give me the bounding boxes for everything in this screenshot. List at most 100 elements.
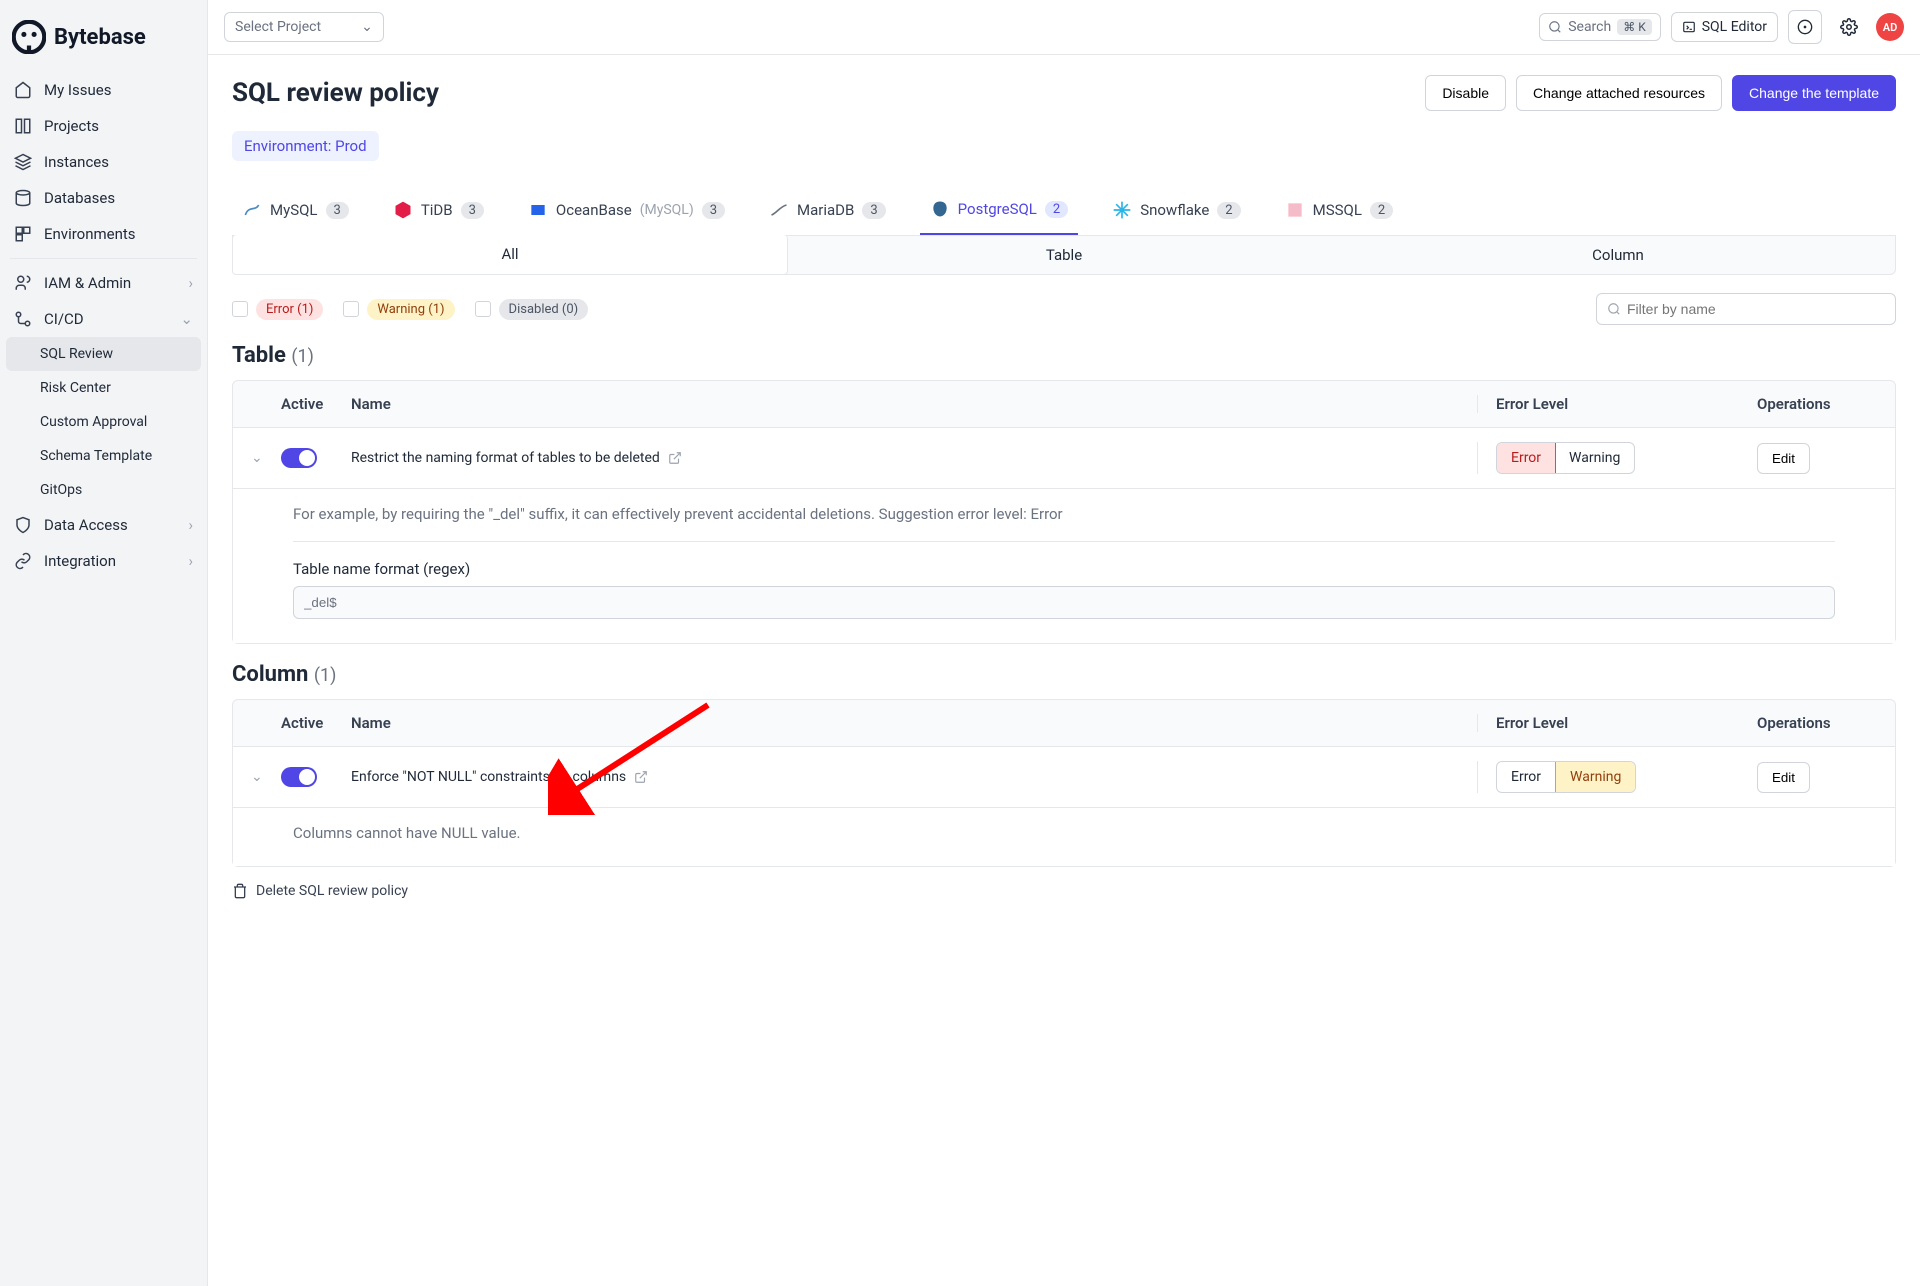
checkbox[interactable] (232, 301, 248, 317)
regex-input[interactable] (293, 586, 1835, 619)
tab-count: 3 (326, 202, 349, 219)
expand-toggle[interactable]: ⌄ (251, 769, 281, 785)
sidebar-group-cicd[interactable]: CI/CD ⌄ (0, 301, 207, 337)
filter-input-wrapper[interactable] (1596, 293, 1896, 325)
search-kbd: ⌘ K (1617, 19, 1652, 35)
checkbox[interactable] (475, 301, 491, 317)
external-link-icon[interactable] (668, 451, 682, 465)
tab-mssql[interactable]: MSSQL 2 (1275, 185, 1404, 235)
sidebar-item-label: Projects (44, 117, 99, 135)
sql-editor-button[interactable]: SQL Editor (1671, 12, 1778, 42)
chevron-right-icon: › (188, 516, 193, 534)
edit-button[interactable]: Edit (1757, 443, 1810, 474)
filter-input[interactable] (1627, 301, 1885, 317)
filter-label: Disabled (0) (499, 299, 589, 320)
expand-toggle[interactable]: ⌄ (251, 450, 281, 466)
logo-icon (12, 20, 46, 54)
tab-label: MySQL (270, 201, 318, 219)
sidebar-item-label: Custom Approval (40, 414, 147, 430)
filter-warning[interactable]: Warning (1) (343, 299, 454, 320)
col-header-active: Active (281, 395, 351, 413)
scope-tab-all[interactable]: All (232, 235, 788, 275)
table-rules: Active Name Error Level Operations ⌄ Res… (232, 380, 1896, 644)
users-icon (14, 274, 32, 292)
tab-snowflake[interactable]: Snowflake 2 (1102, 185, 1250, 235)
settings-button[interactable] (1832, 10, 1866, 44)
disable-button[interactable]: Disable (1425, 75, 1506, 111)
edit-button[interactable]: Edit (1757, 762, 1810, 793)
sidebar-item-label: Databases (44, 189, 115, 207)
tab-suffix: (MySQL) (640, 202, 694, 218)
tab-label: MariaDB (797, 201, 854, 219)
logo-text: Bytebase (54, 25, 146, 50)
help-button[interactable] (1788, 10, 1822, 44)
search-button[interactable]: Search ⌘ K (1539, 13, 1661, 41)
sidebar-item-label: CI/CD (44, 310, 84, 328)
projects-icon (14, 117, 32, 135)
regex-label: Table name format (regex) (293, 560, 1835, 578)
tidb-icon (393, 200, 413, 220)
filter-disabled[interactable]: Disabled (0) (475, 299, 589, 320)
col-header-ops: Operations (1757, 714, 1877, 732)
sidebar-item-risk-center[interactable]: Risk Center (0, 371, 207, 405)
col-header-name: Name (351, 714, 1477, 732)
tab-count: 2 (1217, 202, 1240, 219)
col-header-level: Error Level (1477, 395, 1757, 413)
tab-mariadb[interactable]: MariaDB 3 (759, 185, 896, 235)
tab-postgresql[interactable]: PostgreSQL 2 (920, 185, 1079, 235)
change-resources-button[interactable]: Change attached resources (1516, 75, 1722, 111)
tab-label: Snowflake (1140, 201, 1209, 219)
gear-icon (1840, 18, 1858, 36)
sidebar-group-iam[interactable]: IAM & Admin › (0, 265, 207, 301)
rule-name: Restrict the naming format of tables to … (351, 450, 660, 466)
filter-error[interactable]: Error (1) (232, 299, 323, 320)
sidebar-item-label: GitOps (40, 482, 82, 498)
tab-mysql[interactable]: MySQL 3 (232, 185, 359, 235)
environment-badge[interactable]: Environment: Prod (232, 131, 379, 161)
sidebar-item-gitops[interactable]: GitOps (0, 473, 207, 507)
external-link-icon[interactable] (634, 770, 648, 784)
tab-tidb[interactable]: TiDB 3 (383, 185, 494, 235)
sidebar-group-integration[interactable]: Integration › (0, 543, 207, 579)
col-header-level: Error Level (1477, 714, 1757, 732)
level-error[interactable]: Error (1497, 762, 1556, 792)
rule-description: For example, by requiring the "_del" suf… (293, 505, 1835, 523)
tab-count: 3 (702, 202, 725, 219)
tab-oceanbase[interactable]: OceanBase (MySQL) 3 (518, 185, 735, 235)
level-warning[interactable]: Warning (1555, 761, 1636, 793)
checkbox[interactable] (343, 301, 359, 317)
level-error[interactable]: Error (1496, 442, 1556, 474)
sidebar-item-label: Data Access (44, 516, 128, 534)
col-header-name: Name (351, 395, 1477, 413)
logo[interactable]: Bytebase (0, 12, 207, 72)
scope-tab-table[interactable]: Table (787, 236, 1341, 274)
mssql-icon (1285, 200, 1305, 220)
active-toggle[interactable] (281, 767, 317, 787)
sidebar-item-schema-template[interactable]: Schema Template (0, 439, 207, 473)
sidebar-item-custom-approval[interactable]: Custom Approval (0, 405, 207, 439)
sidebar-item-projects[interactable]: Projects (0, 108, 207, 144)
environments-icon (14, 225, 32, 243)
sidebar-group-data-access[interactable]: Data Access › (0, 507, 207, 543)
delete-policy-button[interactable]: Delete SQL review policy (232, 867, 1896, 915)
filter-label: Warning (1) (367, 299, 454, 320)
scope-tab-column[interactable]: Column (1341, 236, 1895, 274)
project-select[interactable]: Select Project ⌄ (224, 12, 384, 42)
shield-icon (14, 516, 32, 534)
active-toggle[interactable] (281, 448, 317, 468)
sidebar-item-environments[interactable]: Environments (0, 216, 207, 252)
level-warning[interactable]: Warning (1555, 443, 1634, 473)
sidebar-item-label: IAM & Admin (44, 274, 131, 292)
change-template-button[interactable]: Change the template (1732, 75, 1896, 111)
filter-label: Error (1) (256, 299, 323, 320)
sidebar-item-databases[interactable]: Databases (0, 180, 207, 216)
tab-label: PostgreSQL (958, 200, 1037, 218)
sidebar-item-label: Environments (44, 225, 136, 243)
chevron-down-icon: ⌄ (180, 310, 193, 328)
avatar[interactable]: AD (1876, 13, 1904, 41)
rule-name: Enforce "NOT NULL" constraints on column… (351, 769, 626, 785)
sidebar-item-sql-review[interactable]: SQL Review (6, 337, 201, 371)
sidebar-item-instances[interactable]: Instances (0, 144, 207, 180)
sidebar-item-my-issues[interactable]: My Issues (0, 72, 207, 108)
oceanbase-icon (528, 200, 548, 220)
